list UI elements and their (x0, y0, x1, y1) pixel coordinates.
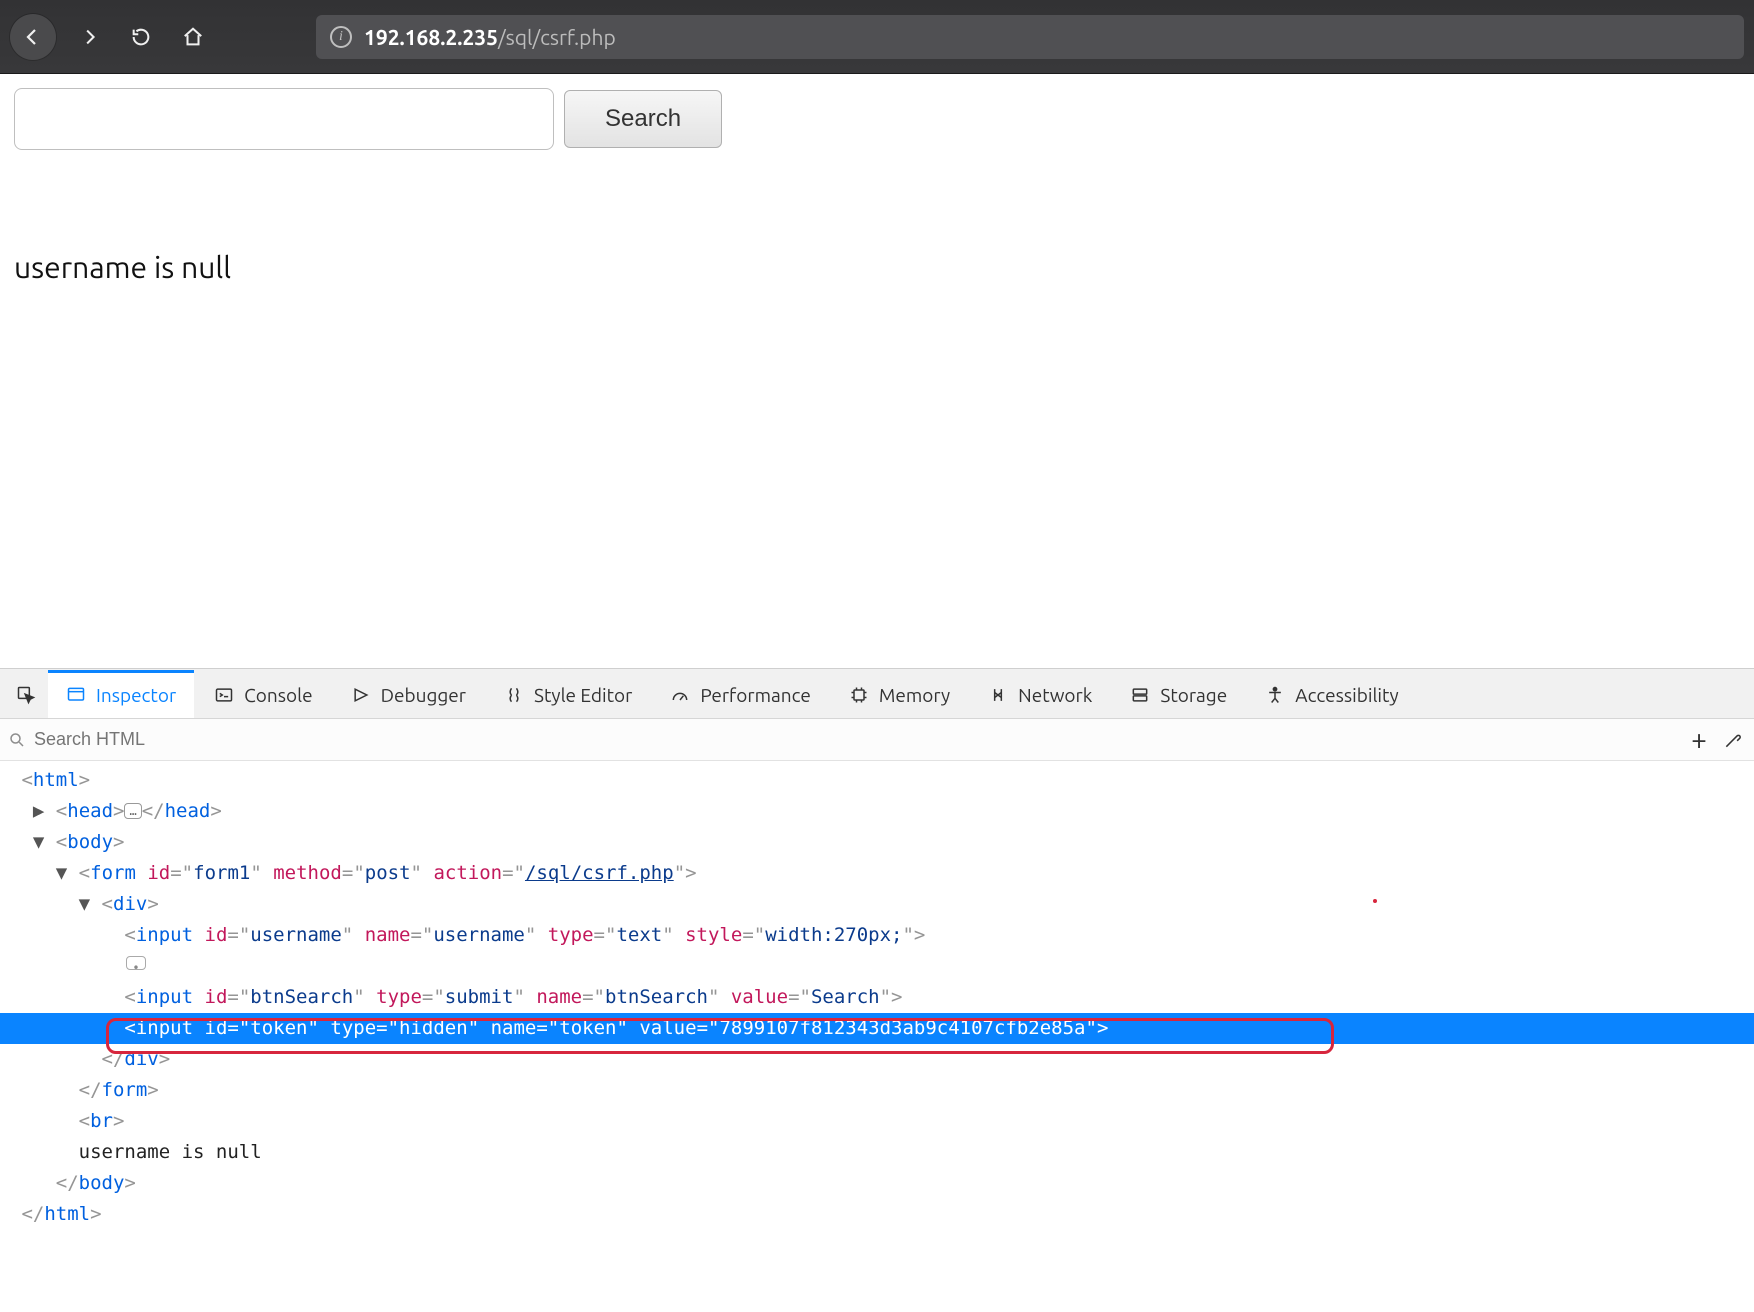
forward-button[interactable] (70, 18, 108, 56)
dom-node-body-open[interactable]: ▼ <body> (0, 827, 1754, 858)
devtools-tabbar: Inspector Console Debugger Style Editor … (0, 669, 1754, 719)
dom-node-html-close[interactable]: </html> (0, 1199, 1754, 1230)
inspector-search-row: + (0, 719, 1754, 761)
dom-node-html[interactable]: <html> (0, 765, 1754, 796)
search-form: Search (14, 88, 1740, 150)
dom-node-whitespace[interactable] (0, 951, 1754, 982)
dom-node-form-close[interactable]: </form> (0, 1075, 1754, 1106)
tab-performance-label: Performance (700, 684, 811, 706)
tab-memory[interactable]: Memory (831, 670, 968, 718)
tab-style-editor[interactable]: Style Editor (486, 670, 650, 718)
tab-network[interactable]: Network (970, 670, 1110, 718)
tab-accessibility-label: Accessibility (1295, 684, 1398, 706)
add-node-button[interactable]: + (1686, 727, 1712, 753)
tab-inspector[interactable]: Inspector (48, 670, 194, 718)
dom-node-body-text[interactable]: username is null (0, 1137, 1754, 1168)
reload-button[interactable] (122, 18, 160, 56)
back-button[interactable] (10, 14, 56, 60)
tab-storage-label: Storage (1160, 684, 1227, 706)
tab-console-label: Console (244, 684, 312, 706)
result-text: username is null (14, 250, 1740, 284)
tab-console[interactable]: Console (196, 670, 330, 718)
tab-style-editor-label: Style Editor (534, 684, 632, 706)
tab-inspector-label: Inspector (96, 684, 176, 706)
tab-accessibility[interactable]: Accessibility (1247, 670, 1416, 718)
dom-node-div-close[interactable]: </div> (0, 1044, 1754, 1075)
tab-debugger[interactable]: Debugger (333, 670, 484, 718)
home-button[interactable] (174, 18, 212, 56)
eyedropper-button[interactable] (1720, 727, 1746, 753)
inspector-search-input[interactable] (34, 729, 1678, 750)
site-info-icon[interactable]: i (330, 26, 352, 48)
element-picker-button[interactable] (6, 670, 46, 718)
url-host: 192.168.2.235 (364, 25, 498, 49)
dom-node-input-token[interactable]: <input id="token" type="hidden" name="to… (0, 1013, 1754, 1044)
dom-node-input-btnsearch[interactable]: <input id="btnSearch" type="submit" name… (0, 982, 1754, 1013)
devtools-panel: Inspector Console Debugger Style Editor … (0, 668, 1754, 1312)
dom-node-head[interactable]: ▶ <head>…</head> (0, 796, 1754, 827)
search-icon (8, 731, 26, 749)
url-bar[interactable]: i 192.168.2.235/sql/csrf.php (316, 15, 1744, 59)
browser-toolbar: i 192.168.2.235/sql/csrf.php (0, 0, 1754, 74)
dom-tree[interactable]: <html> ▶ <head>…</head> ▼ <body> ▼ <form… (0, 761, 1754, 1312)
tab-network-label: Network (1018, 684, 1092, 706)
tab-debugger-label: Debugger (381, 684, 466, 706)
dom-node-div-open[interactable]: ▼ <div> (0, 889, 1754, 920)
dom-node-body-close[interactable]: </body> (0, 1168, 1754, 1199)
dom-node-br[interactable]: <br> (0, 1106, 1754, 1137)
search-button[interactable]: Search (564, 90, 722, 148)
tab-memory-label: Memory (879, 684, 950, 706)
username-input[interactable] (14, 88, 554, 150)
url-path: /sql/csrf.php (498, 25, 616, 49)
annotation-dot (1373, 899, 1377, 903)
tab-performance[interactable]: Performance (652, 670, 829, 718)
tab-storage[interactable]: Storage (1112, 670, 1245, 718)
page-content: Search username is null (0, 74, 1754, 668)
dom-node-input-username[interactable]: <input id="username" name="username" typ… (0, 920, 1754, 951)
dom-node-form-open[interactable]: ▼ <form id="form1" method="post" action=… (0, 858, 1754, 889)
